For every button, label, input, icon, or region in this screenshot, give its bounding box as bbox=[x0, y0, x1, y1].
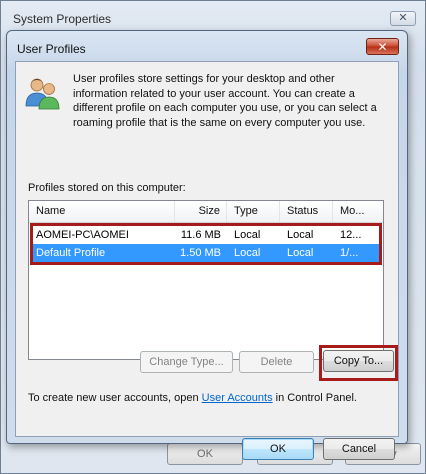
dialog-body: User profiles store settings for your de… bbox=[15, 61, 399, 460]
profile-size: 11.6 MB bbox=[180, 229, 221, 241]
outer-close-button[interactable]: ✕ bbox=[390, 11, 416, 26]
profile-modified: 12... bbox=[340, 229, 362, 241]
user-accounts-link[interactable]: User Accounts bbox=[202, 392, 273, 404]
column-type[interactable]: Type bbox=[227, 201, 280, 222]
dialog-description: User profiles store settings for your de… bbox=[73, 73, 377, 129]
change-type-button[interactable]: Change Type... bbox=[140, 351, 233, 373]
profile-status: Local bbox=[287, 247, 314, 259]
column-name[interactable]: Name bbox=[29, 201, 175, 222]
close-icon: ✕ bbox=[377, 39, 388, 54]
create-accounts-text-after: in Control Panel. bbox=[272, 392, 357, 404]
profile-size: 1.50 MB bbox=[180, 247, 221, 259]
column-status[interactable]: Status bbox=[280, 201, 333, 222]
profiles-label: Profiles stored on this computer: bbox=[28, 182, 186, 194]
ok-button[interactable]: OK bbox=[242, 438, 314, 460]
profile-row[interactable]: AOMEI-PC\AOMEI 11.6 MB Local Local 12... bbox=[30, 226, 382, 244]
listview-header: Name Size Type Status Mo... bbox=[29, 201, 383, 223]
create-accounts-text-before: To create new user accounts, open bbox=[28, 392, 202, 404]
create-accounts-text: To create new user accounts, open User A… bbox=[28, 392, 357, 404]
profile-name: Default Profile bbox=[36, 247, 106, 259]
profile-row-selected[interactable]: Default Profile 1.50 MB Local Local 1/..… bbox=[30, 244, 382, 262]
profile-type: Local bbox=[234, 229, 261, 241]
cancel-button[interactable]: Cancel bbox=[323, 438, 395, 460]
delete-button[interactable]: Delete bbox=[239, 351, 314, 373]
outer-titlebar[interactable]: System Properties ✕ bbox=[1, 1, 425, 31]
close-icon: ✕ bbox=[398, 12, 408, 24]
users-icon bbox=[25, 78, 60, 110]
dialog-close-button[interactable]: ✕ bbox=[366, 38, 399, 55]
copy-to-button[interactable]: Copy To... bbox=[323, 350, 394, 372]
outer-window-title: System Properties bbox=[13, 12, 112, 26]
profiles-listview[interactable]: Name Size Type Status Mo... AOMEI-PC\AOM… bbox=[28, 200, 384, 360]
profile-name: AOMEI-PC\AOMEI bbox=[36, 229, 129, 241]
profile-status: Local bbox=[287, 229, 314, 241]
user-profiles-dialog: User Profiles ✕ User profiles store sett… bbox=[6, 30, 408, 460]
column-modified[interactable]: Mo... bbox=[333, 201, 383, 222]
column-size[interactable]: Size bbox=[175, 201, 227, 222]
dialog-title: User Profiles bbox=[17, 42, 86, 56]
outer-ok-button[interactable]: OK bbox=[167, 443, 243, 465]
profile-modified: 1/... bbox=[340, 247, 359, 259]
profile-type: Local bbox=[234, 247, 261, 259]
